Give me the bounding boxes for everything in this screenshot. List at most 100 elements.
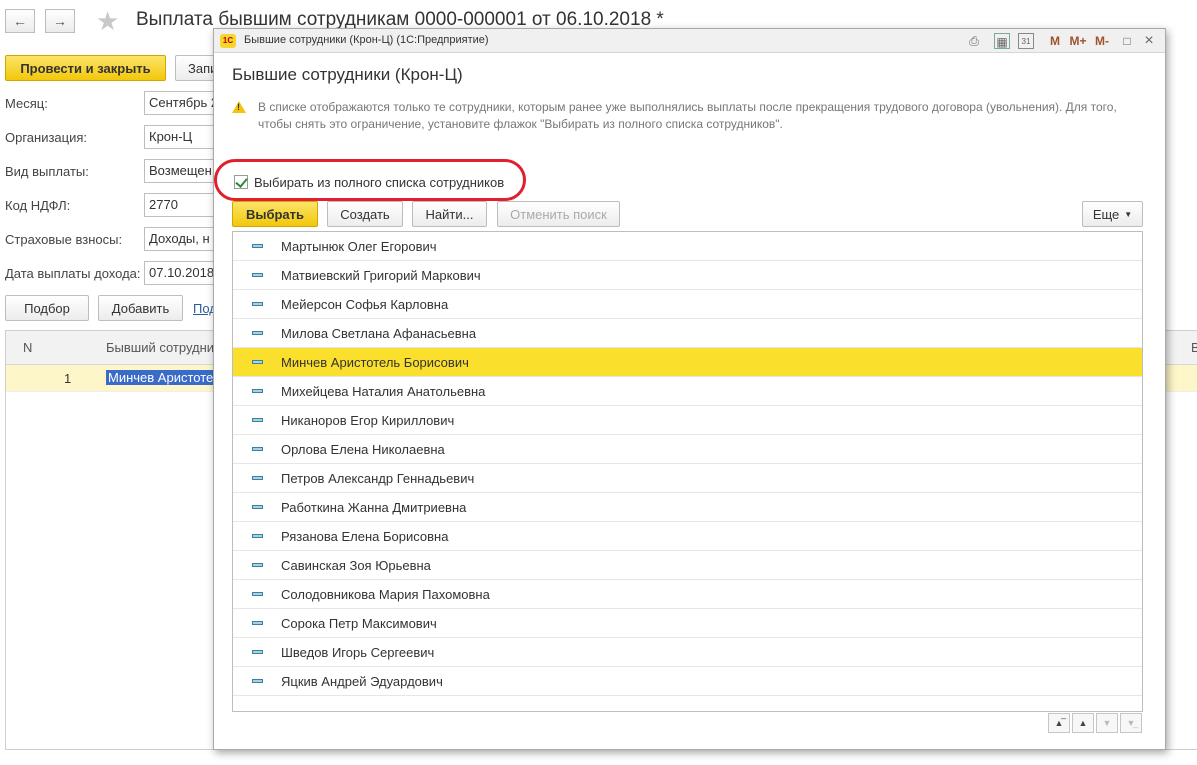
- list-item[interactable]: Матвиевский Григорий Маркович: [233, 261, 1142, 290]
- list-item[interactable]: Мартынюк Олег Егорович: [233, 232, 1142, 261]
- scroll-up-icon[interactable]: ▲: [1072, 713, 1094, 733]
- post-and-close-button[interactable]: Провести и закрыть: [5, 55, 166, 81]
- field-label: Вид выплаты:: [5, 164, 89, 179]
- list-item[interactable]: Савинская Зоя Юрьевна: [233, 551, 1142, 580]
- add-button[interactable]: Добавить: [98, 295, 183, 321]
- employee-name: Работкина Жанна Дмитриевна: [281, 500, 467, 515]
- field-input[interactable]: Доходы, н: [144, 227, 219, 251]
- form-title: Бывшие сотрудники (Крон-Ц): [232, 65, 463, 84]
- maximize-icon[interactable]: □: [1120, 33, 1134, 49]
- employee-name: Шведов Игорь Сергеевич: [281, 645, 435, 660]
- field-input[interactable]: 2770: [144, 193, 219, 217]
- field-label: Организация:: [5, 130, 88, 145]
- list-item[interactable]: Милова Светлана Афанасьевна: [233, 319, 1142, 348]
- favorite-star-icon[interactable]: ★: [96, 8, 119, 34]
- employee-icon: [252, 389, 263, 393]
- create-button[interactable]: Создать: [327, 201, 403, 227]
- field-label: Код НДФЛ:: [5, 198, 71, 213]
- employee-icon: [252, 650, 263, 654]
- employee-icon: [252, 447, 263, 451]
- forward-arrow-icon[interactable]: →: [45, 9, 75, 33]
- print-icon[interactable]: ⎙: [966, 33, 982, 49]
- employee-icon: [252, 592, 263, 596]
- window-titlebar[interactable]: 1С Бывшие сотрудники (Крон-Ц) (1С:Предпр…: [214, 29, 1165, 53]
- employee-icon: [252, 476, 263, 480]
- scroll-bottom-icon[interactable]: ▼̲: [1120, 713, 1142, 733]
- employee-name: Минчев Аристотель Борисович: [281, 355, 469, 370]
- app-logo-icon: 1С: [220, 34, 236, 48]
- employee-name: Милова Светлана Афанасьевна: [281, 326, 477, 341]
- employee-icon: [252, 563, 263, 567]
- employee-icon: [252, 621, 263, 625]
- memory-minus-button[interactable]: M-: [1092, 33, 1112, 49]
- cancel-search-button[interactable]: Отменить поиск: [497, 201, 620, 227]
- list-item[interactable]: Минчев Аристотель Борисович: [233, 348, 1142, 377]
- calculator-icon[interactable]: ▦: [994, 33, 1010, 49]
- employee-icon: [252, 534, 263, 538]
- back-arrow-icon[interactable]: ←: [5, 9, 35, 33]
- employee-name: Солодовникова Мария Пахомовна: [281, 587, 490, 602]
- list-item[interactable]: Сорока Петр Максимович: [233, 609, 1142, 638]
- close-icon[interactable]: ×: [1142, 33, 1156, 49]
- calendar-icon[interactable]: 31: [1018, 33, 1034, 49]
- list-item[interactable]: Шведов Игорь Сергеевич: [233, 638, 1142, 667]
- employee-name: Мейерсон Софья Карловна: [281, 297, 449, 312]
- row-employee[interactable]: Минчев Аристотел: [106, 370, 223, 385]
- employee-icon: [252, 273, 263, 277]
- memory-plus-button[interactable]: M+: [1068, 33, 1088, 49]
- list-item[interactable]: Рязанова Елена Борисовна: [233, 522, 1142, 551]
- warning-icon: [232, 101, 246, 113]
- employee-icon: [252, 360, 263, 364]
- pick-button[interactable]: Подбор: [5, 295, 89, 321]
- find-button[interactable]: Найти...: [412, 201, 487, 227]
- column-extra: В: [1191, 340, 1197, 355]
- more-button[interactable]: Еще ▼: [1082, 201, 1143, 227]
- warning-text: В списке отображаются только те сотрудни…: [258, 100, 1117, 131]
- employee-selection-window: 1С Бывшие сотрудники (Крон-Ц) (1С:Предпр…: [213, 28, 1166, 750]
- column-n: N: [23, 340, 33, 355]
- employee-icon: [252, 418, 263, 422]
- window-title: Бывшие сотрудники (Крон-Ц) (1С:Предприят…: [244, 34, 489, 46]
- field-input[interactable]: 07.10.2018: [144, 261, 219, 285]
- list-item[interactable]: Петров Александр Геннадьевич: [233, 464, 1142, 493]
- field-label: Страховые взносы:: [5, 232, 123, 247]
- list-item[interactable]: Яцкив Андрей Эдуардович: [233, 667, 1142, 696]
- field-label: Месяц:: [5, 96, 48, 111]
- field-input[interactable]: Сентябрь 2: [144, 91, 219, 115]
- employee-name: Рязанова Елена Борисовна: [281, 529, 449, 544]
- employee-icon: [252, 679, 263, 683]
- employee-name: Матвиевский Григорий Маркович: [281, 268, 481, 283]
- employee-icon: [252, 331, 263, 335]
- scroll-down-icon[interactable]: ▼: [1096, 713, 1118, 733]
- more-button-label: Еще: [1092, 206, 1120, 222]
- list-item[interactable]: Орлова Елена Николаевна: [233, 435, 1142, 464]
- list-item[interactable]: Никаноров Егор Кириллович: [233, 406, 1142, 435]
- row-number: 1: [64, 371, 72, 386]
- column-employee: Бывший сотрудник: [106, 340, 220, 355]
- field-label: Дата выплаты дохода:: [5, 266, 141, 281]
- employee-list[interactable]: Мартынюк Олег Егорович Матвиевский Григор…: [232, 231, 1143, 712]
- full-list-checkbox-label[interactable]: Выбирать из полного списка сотрудников: [254, 175, 504, 190]
- field-input[interactable]: Крон-Ц: [144, 125, 219, 149]
- employee-name: Мартынюк Олег Егорович: [281, 239, 437, 254]
- employee-name: Петров Александр Геннадьевич: [281, 471, 475, 486]
- list-item[interactable]: Работкина Жанна Дмитриевна: [233, 493, 1142, 522]
- select-button[interactable]: Выбрать: [232, 201, 318, 227]
- employee-name: Орлова Елена Николаевна: [281, 442, 445, 457]
- list-item[interactable]: Михейцева Наталия Анатольевна: [233, 377, 1142, 406]
- list-item[interactable]: Солодовникова Мария Пахомовна: [233, 580, 1142, 609]
- employee-name: Сорока Петр Максимович: [281, 616, 437, 631]
- memory-m-button[interactable]: M: [1048, 33, 1062, 49]
- employee-icon: [252, 505, 263, 509]
- employee-name: Яцкив Андрей Эдуардович: [281, 674, 443, 689]
- field-input[interactable]: Возмещен: [144, 159, 219, 183]
- employee-name: Михейцева Наталия Анатольевна: [281, 384, 486, 399]
- employee-icon: [252, 302, 263, 306]
- employee-icon: [252, 244, 263, 248]
- full-list-checkbox[interactable]: [234, 175, 248, 189]
- employee-name: Никаноров Егор Кириллович: [281, 413, 455, 428]
- write-button[interactable]: Запи: [175, 55, 215, 81]
- chevron-down-icon: ▼: [1124, 209, 1133, 219]
- scroll-top-icon[interactable]: ▲̅: [1048, 713, 1070, 733]
- list-item[interactable]: Мейерсон Софья Карловна: [233, 290, 1142, 319]
